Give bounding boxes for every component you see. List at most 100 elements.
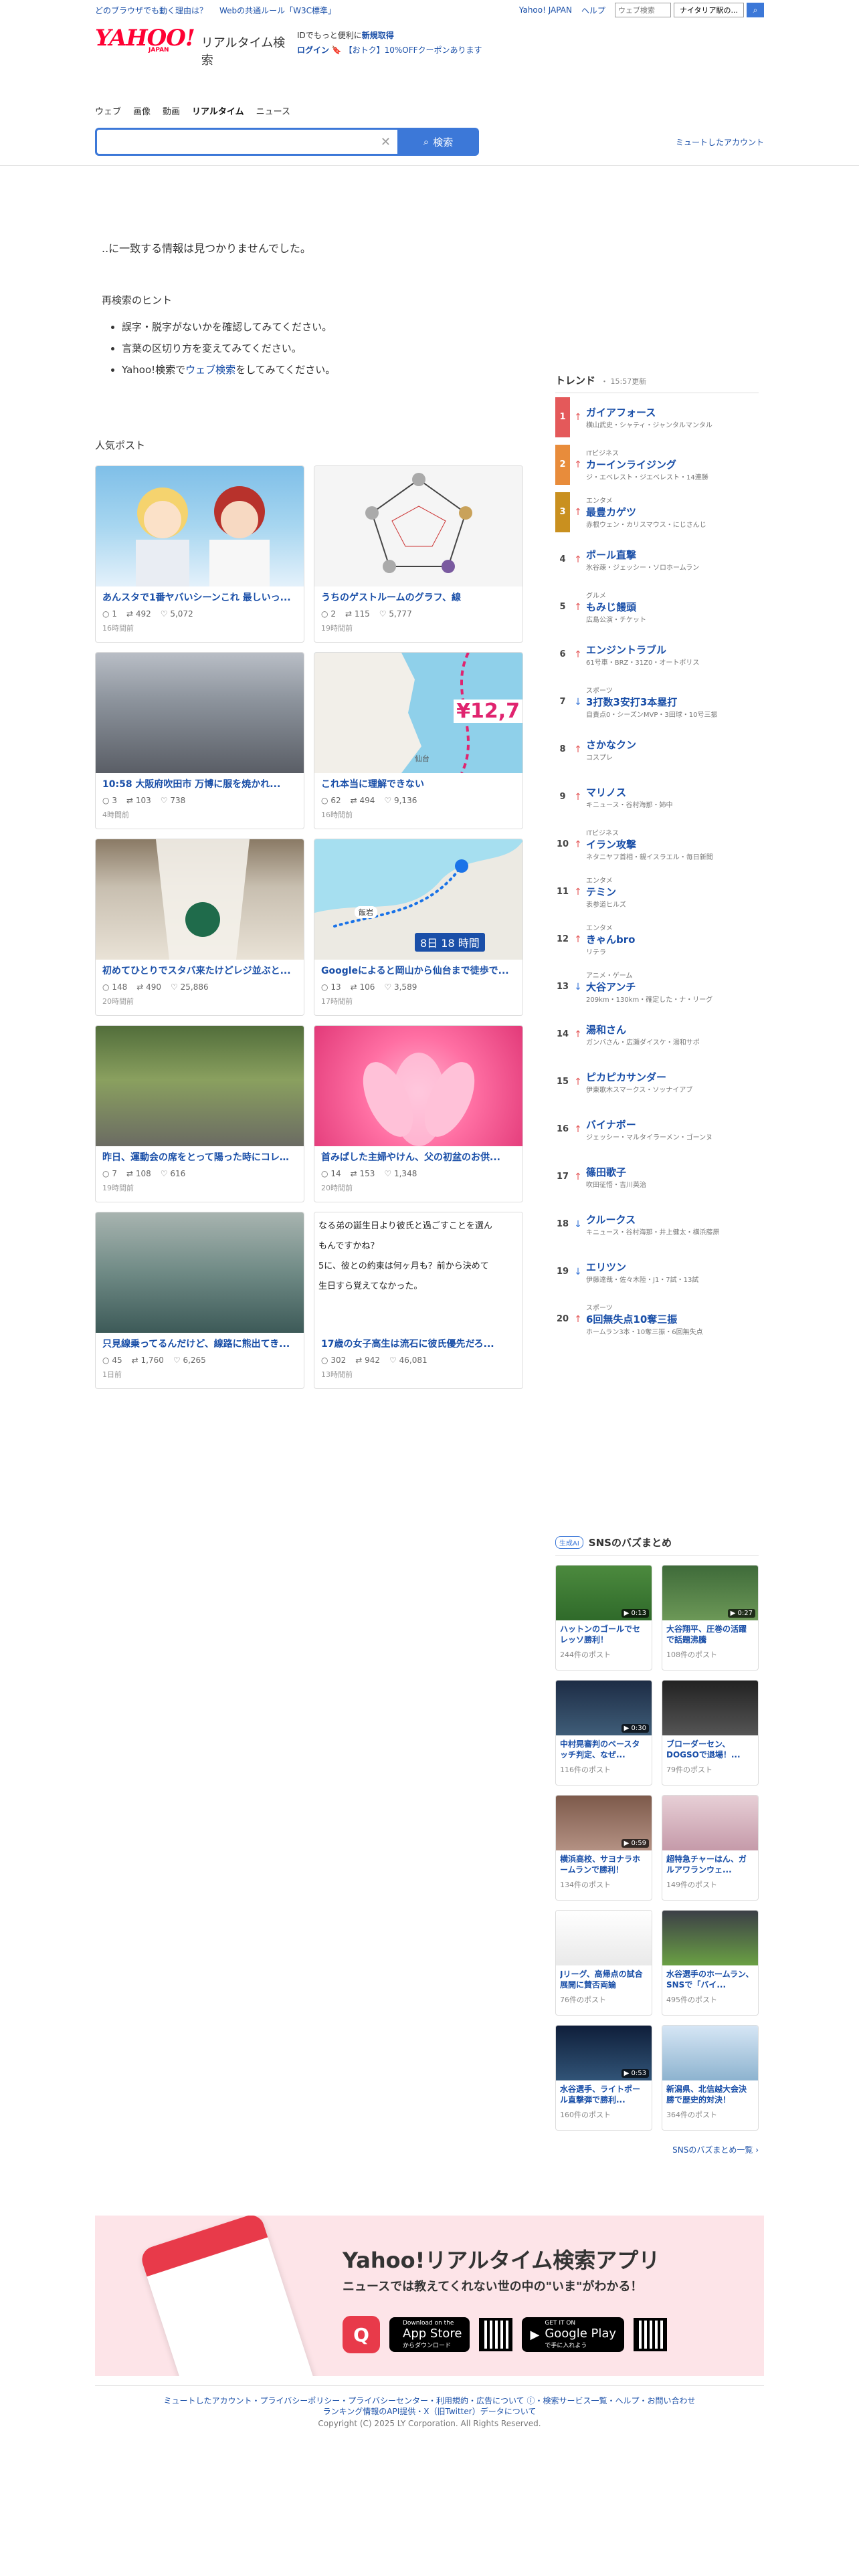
repost-count[interactable]: ⇄ 1,760 [132,1356,164,1365]
sns-buzz-title-text[interactable]: Jリーグ、高帰点の試合展開に賛否両論 [560,1969,648,1990]
trend-item[interactable]: 13 ↓ アニメ・ゲーム 大谷アンチ 209km・130km・確定した・ナ・リーグ [555,963,759,1010]
google-play-button[interactable]: ▶ GET IT ON Google Play で手に入れよう [522,2317,625,2352]
post-thumbnail[interactable] [96,839,304,960]
post-thumbnail[interactable]: 8日 18 時間 飯岩 [314,839,522,960]
post-card[interactable]: 首みぱした主婦やけん、父の初盆のお供... ○ 14 ⇄ 153 ♡ 1,348 20時… [314,1025,523,1202]
sns-buzz-title-text[interactable]: 新潟県、北信越大会決勝で歴史的対決！ [666,2084,754,2105]
trend-item[interactable]: 12 ↑ エンタメ きゃんbro リテラ [555,916,759,963]
post-card[interactable]: なる弟の誕生日より彼氏と過ごすことを選ん もんですかね？ 5に、彼との約束は何ヶ月も… [314,1212,523,1389]
trend-name[interactable]: クルークス [586,1212,759,1226]
post-thumbnail[interactable] [96,1026,304,1146]
signup-link[interactable]: 新規取得 [362,31,394,40]
trend-name[interactable]: バイナボー [586,1117,759,1132]
login-link[interactable]: ログイン [297,45,329,55]
post-title[interactable]: Googleによると岡山から仙台まで徒歩で... [321,964,516,977]
trend-item[interactable]: 3 ↑ エンタメ 最豊カゲツ 赤根ウェン・カリスマウス・にじさんじ [555,488,759,536]
like-count[interactable]: ♡ 3,589 [384,982,417,992]
tab-web[interactable]: ウェブ [95,104,121,117]
reply-count[interactable]: ○ 45 [102,1356,122,1365]
reply-count[interactable]: ○ 7 [102,1169,117,1178]
trend-item[interactable]: 17 ↑ 篠田歌子 吹田征悟・吉川英治 [555,1153,759,1200]
trend-name[interactable]: イラン攻撃 [586,837,759,851]
tab-realtime[interactable]: リアルタイム [192,104,244,117]
like-count[interactable]: ♡ 1,348 [384,1169,417,1178]
sns-buzz-title-text[interactable]: 水谷選手、ライトポール直撃弾で勝利... [560,2084,648,2105]
promo-link-browser[interactable]: どのブラウザでも動く理由は？ [95,5,207,16]
sns-buzz-title-text[interactable]: ハットンのゴールでセレッソ勝利！ [560,1624,648,1645]
trend-name[interactable]: カーインライジング [586,457,759,471]
trend-item[interactable]: 6 ↑ エンジントラブル 61号車・BRZ・31Z0・オートポリス [555,631,759,678]
post-card[interactable]: 昨日、運動会の席をとって陽った時にコレあっ... ○ 7 ⇄ 108 ♡ 616 19時… [95,1025,304,1202]
reply-count[interactable]: ○ 148 [102,982,127,992]
post-thumbnail[interactable]: ¥12,7 仙台 [314,653,522,773]
sns-buzz-thumbnail[interactable]: ▶ 0:53 [556,2026,652,2080]
like-count[interactable]: ♡ 616 [161,1169,186,1178]
tab-news[interactable]: ニュース [256,104,290,117]
repost-count[interactable]: ⇄ 492 [126,609,151,619]
trend-item[interactable]: 15 ↑ ピカピカサンダー 伊東歌木スマークス・ソッナイアブ [555,1058,759,1105]
sns-buzz-title-text[interactable]: 水谷選手のホームラン、SNSで「バイ... [666,1969,754,1990]
reply-count[interactable]: ○ 62 [321,796,341,805]
post-card[interactable]: 只見線乗ってるんだけど、線路に熊出てき... ○ 45 ⇄ 1,760 ♡ 6,265… [95,1212,304,1389]
like-count[interactable]: ♡ 9,136 [384,796,417,805]
sns-buzz-card[interactable]: Jリーグ、高帰点の試合展開に賛否両論 76件のポスト [555,1910,652,2016]
post-title[interactable]: 17歳の女子高生は流石に彼氏優先だろ... [321,1337,516,1350]
sns-buzz-title-text[interactable]: 中村晃審判のベースタッチ判定、なぜ... [560,1739,648,1760]
post-thumbnail[interactable] [314,466,522,586]
sns-buzz-card[interactable]: ▶ 0:27 大谷翔平、圧巻の活躍で話題沸騰 108件のポスト [662,1565,759,1671]
yahoo-japan-link[interactable]: Yahoo! JAPAN [519,5,572,15]
post-thumbnail[interactable] [96,653,304,773]
trend-name[interactable]: きゃんbro [586,932,759,946]
sns-buzz-title-text[interactable]: 超特急チャーはん、ガルアワランウェ... [666,1854,754,1875]
sns-buzz-card[interactable]: 水谷選手のホームラン、SNSで「バイ... 495件のポスト [662,1910,759,2016]
repost-count[interactable]: ⇄ 103 [126,796,151,805]
sns-buzz-card[interactable]: ブローダーセン、DOGSOで退場！... 79件のポスト [662,1680,759,1786]
sns-buzz-card[interactable]: ▶ 0:13 ハットンのゴールでセレッソ勝利！ 244件のポスト [555,1565,652,1671]
reply-count[interactable]: ○ 2 [321,609,336,619]
tab-video[interactable]: 動画 [163,104,180,117]
trend-name[interactable]: ポール直撃 [586,548,759,562]
sns-buzz-more-link[interactable]: SNSのバズまとめ一覧 › [555,2144,759,2155]
repost-count[interactable]: ⇄ 153 [351,1169,375,1178]
trend-item[interactable]: 1 ↑ ガイアフォース 横山武史・シャティ・ジャンタルマンタル [555,393,759,441]
post-card[interactable]: うちのゲストルームのグラフ、線 ○ 2 ⇄ 115 ♡ 5,777 19時間前 [314,465,523,643]
sns-buzz-thumbnail[interactable]: ▶ 0:59 [556,1796,652,1850]
like-count[interactable]: ♡ 6,265 [173,1356,206,1365]
sns-buzz-card[interactable]: ▶ 0:30 中村晃審判のベースタッチ判定、なぜ... 116件のポスト [555,1680,652,1786]
reply-count[interactable]: ○ 1 [102,609,117,619]
sns-buzz-thumbnail[interactable] [556,1911,652,1965]
like-count[interactable]: ♡ 5,777 [379,609,412,619]
post-card[interactable]: ¥12,7 仙台 これ本当に理解できない ○ 62 ⇄ 494 ♡ 9,136 16時間前 [314,652,523,829]
reply-count[interactable]: ○ 13 [321,982,341,992]
app-banner[interactable]: Yahoo!リアルタイム検索アプリ ニュースでは教えてくれない世の中の"いま"が… [95,2216,764,2376]
trend-name[interactable]: さかなクン [586,738,759,752]
trend-name[interactable]: テミン [586,885,759,899]
logo[interactable]: YAHOO! JAPAN リアルタイム検索 [95,27,293,68]
post-title[interactable]: 只見線乗ってるんだけど、線路に熊出てき... [102,1337,297,1350]
trend-name[interactable]: マリノス [586,785,759,799]
trend-item[interactable]: 11 ↑ エンタメ テミン 表参道ヒルズ [555,868,759,916]
post-thumbnail[interactable] [314,1026,522,1146]
reply-count[interactable]: ○ 14 [321,1169,341,1178]
trend-name[interactable]: ガイアフォース [586,405,759,419]
search-button[interactable]: ⌕ 検索 [397,128,479,156]
trend-item[interactable]: 10 ↑ ITビジネス イラン攻撃 ネタニヤフ首相・親イスラエル・毎日新聞 [555,821,759,868]
like-count[interactable]: ♡ 738 [161,796,186,805]
trend-item[interactable]: 2 ↑ ITビジネス カーインライジング ジ・エベレスト・ジエベレスト・14連勝 [555,441,759,488]
sns-buzz-thumbnail[interactable]: ▶ 0:13 [556,1566,652,1620]
post-card[interactable]: 10:58 大阪府吹田市 万博に服を焼かれ... ○ 3 ⇄ 103 ♡ 738 4時間… [95,652,304,829]
trend-item[interactable]: 5 ↑ グルメ もみじ饅頭 広島公演・チケット [555,583,759,631]
tab-images[interactable]: 画像 [133,104,151,117]
trend-name[interactable]: もみじ饅頭 [586,600,759,614]
trend-name[interactable]: 大谷アンチ [586,980,759,994]
muted-accounts-link[interactable]: ミュートしたアカウント [676,136,764,148]
mini-search-suggest-button[interactable]: ナイタリア駅の... [673,3,744,17]
trend-item[interactable]: 14 ↑ 湯和さん ガンバさん・広瀬ダイスケ・湯和サポ [555,1010,759,1058]
trend-name[interactable]: エンジントラブル [586,643,759,657]
sns-buzz-thumbnail[interactable] [662,1911,758,1965]
sns-buzz-thumbnail[interactable] [662,1796,758,1850]
trend-name[interactable]: 3打数3安打3本塁打 [586,695,759,709]
like-count[interactable]: ♡ 5,072 [161,609,193,619]
app-store-button[interactable]: Download on the App Store からダウンロード [389,2317,470,2352]
post-title[interactable]: 初めてひとりでスタバ来たけどレジ並ぶと... [102,964,297,977]
